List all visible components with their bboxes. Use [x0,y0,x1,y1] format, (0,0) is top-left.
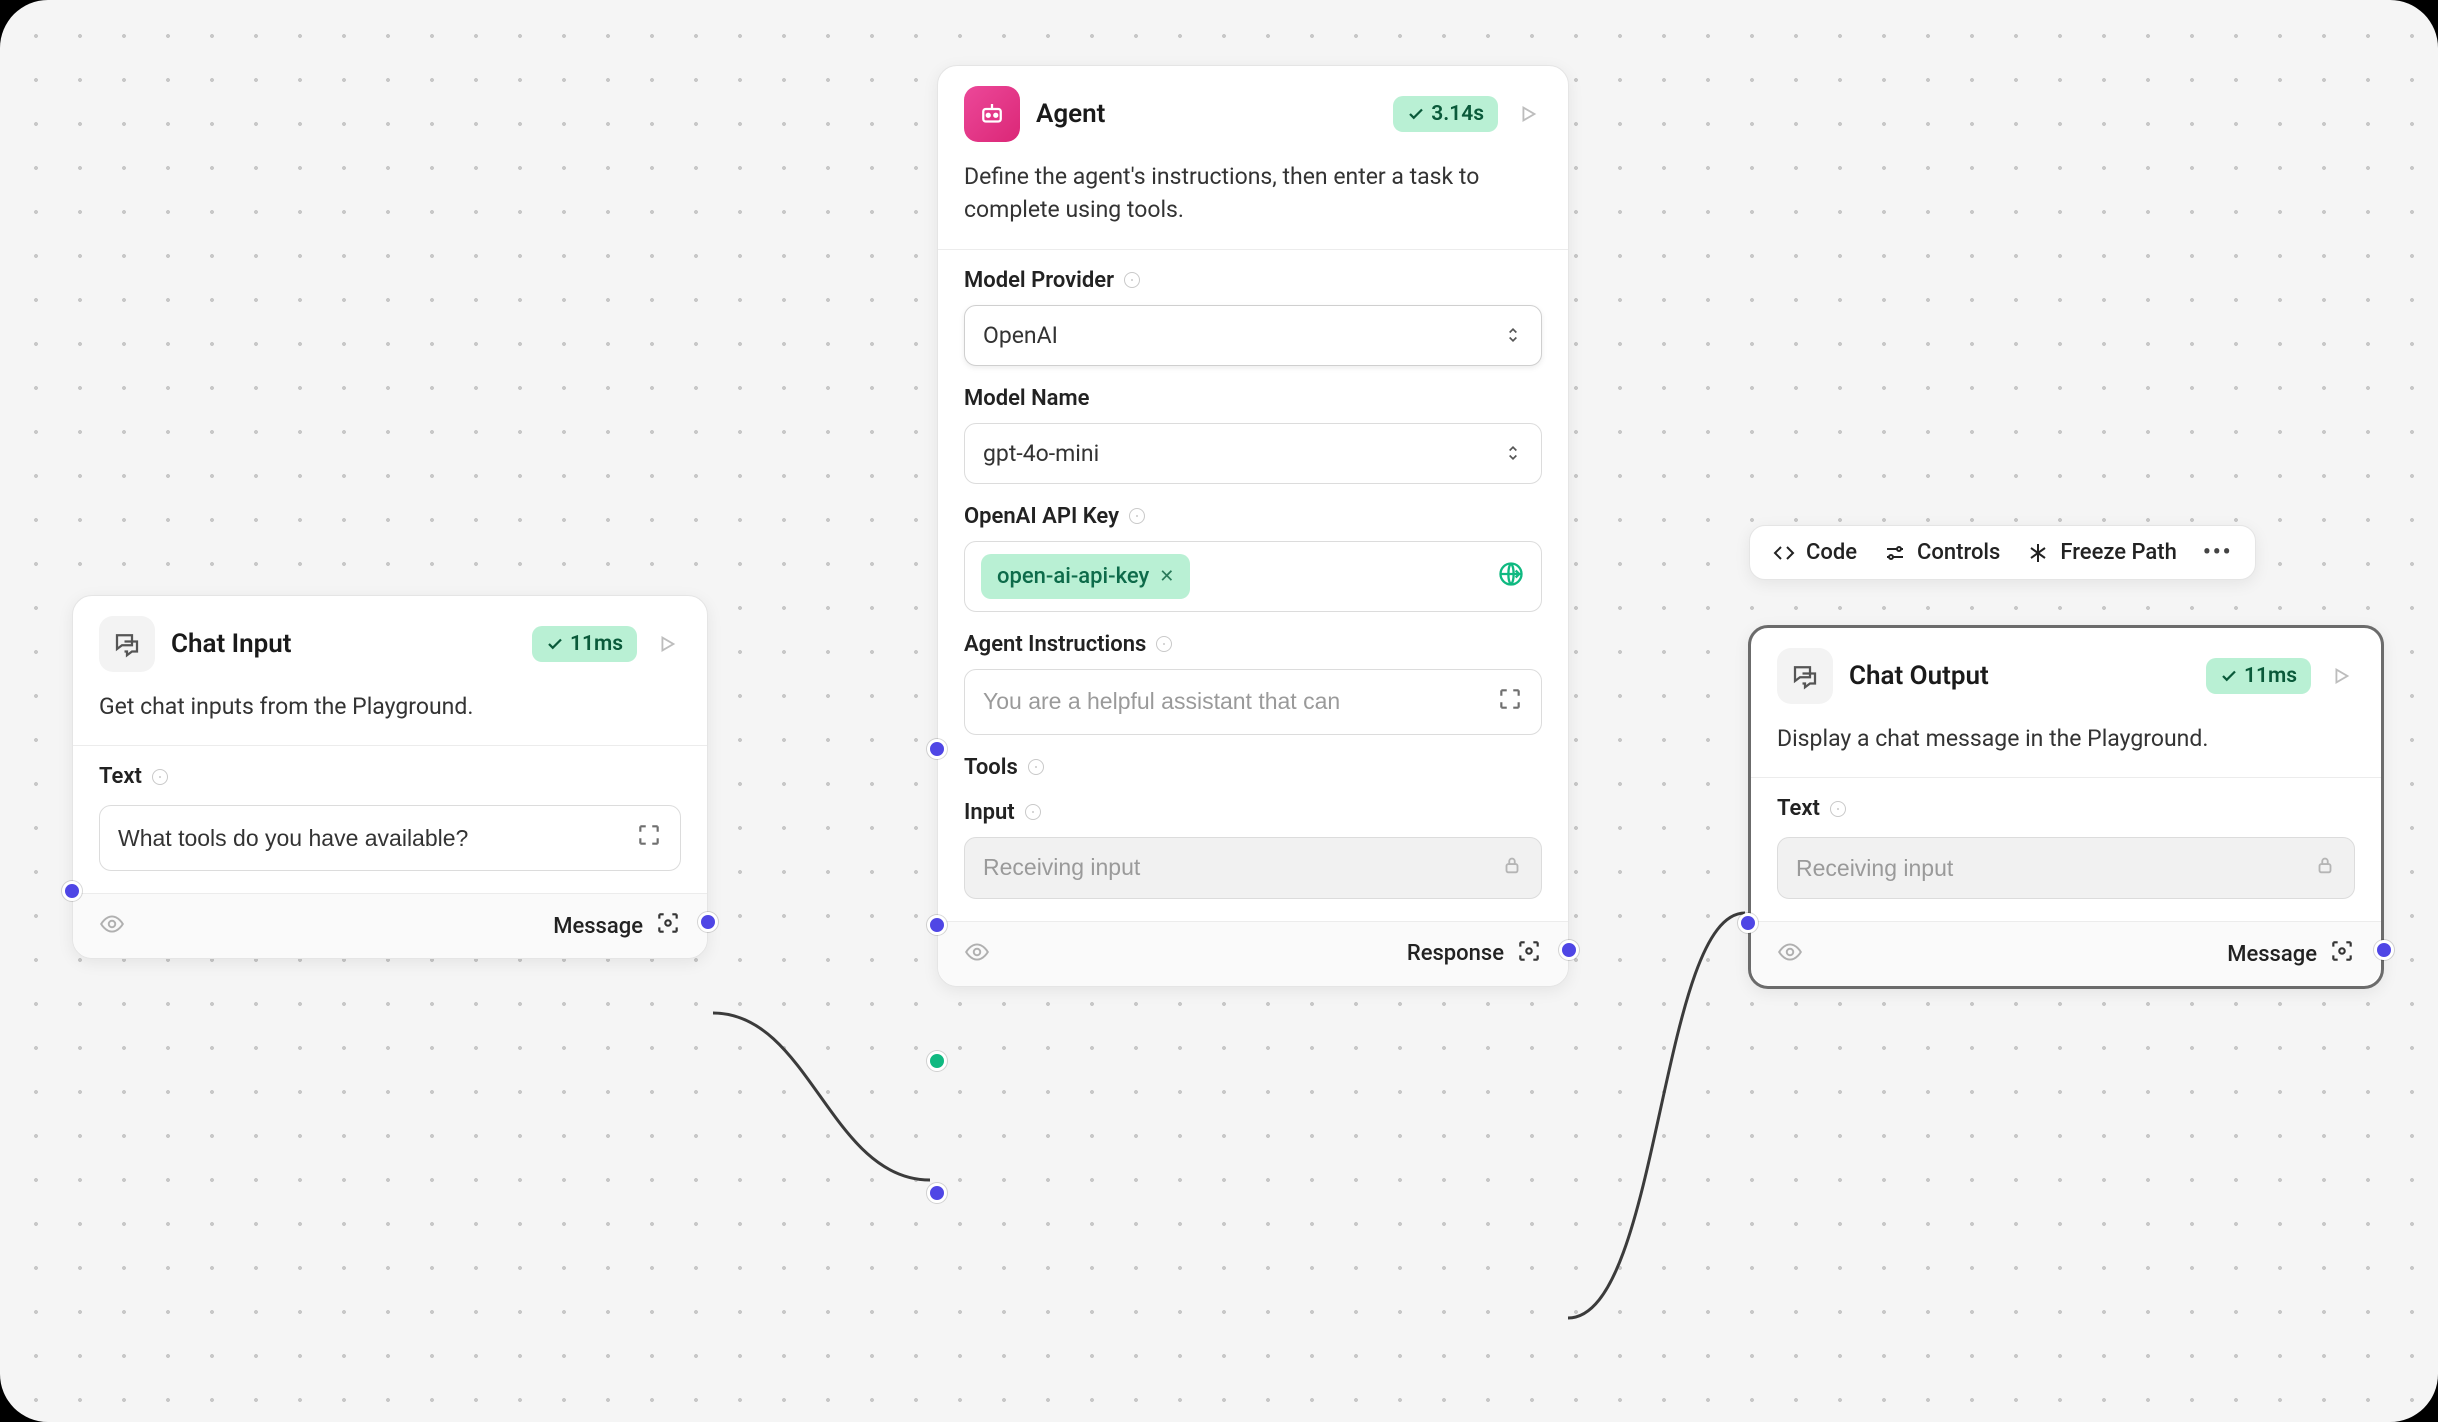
run-button[interactable] [2327,662,2355,690]
timing-badge: 3.14s [1393,96,1498,132]
port-input[interactable] [927,1183,947,1203]
text-output-field [1777,837,2355,899]
info-icon[interactable] [152,769,168,785]
info-icon[interactable] [1025,804,1041,820]
lock-icon [1501,854,1523,882]
chat-icon [99,616,155,672]
info-icon[interactable] [1028,759,1044,775]
text-input[interactable] [99,805,681,871]
output-port-response[interactable] [1559,940,1579,960]
scan-icon[interactable] [655,910,681,942]
field-label-api-key: OpenAI API Key [964,504,1542,529]
port-tools[interactable] [927,1051,947,1071]
lock-icon [2314,854,2336,882]
output-label: Response [1407,941,1504,966]
field-label-tools: Tools [964,755,1542,780]
run-button[interactable] [1514,100,1542,128]
timing-badge: 11ms [2206,658,2311,694]
chat-icon [1777,648,1833,704]
node-description: Display a chat message in the Playground… [1751,704,2381,777]
field-label-model-provider: Model Provider [964,268,1542,293]
port-model-provider[interactable] [927,739,947,759]
eye-icon[interactable] [1777,939,1803,969]
model-name-select[interactable]: gpt-4o-mini [964,423,1542,484]
field-label-instructions: Agent Instructions [964,632,1542,657]
remove-chip-icon[interactable]: ✕ [1159,566,1174,587]
toolbar-freeze-path[interactable]: Freeze Path [2026,540,2176,565]
port-instructions[interactable] [927,915,947,935]
output-port-message[interactable] [698,912,718,932]
node-agent[interactable]: Agent 3.14s Define the agent's instructi… [937,65,1569,987]
sliders-icon [1883,541,1907,565]
workflow-canvas[interactable]: Chat Input 11ms Get chat inputs from the… [0,0,2438,1422]
toolbar-controls[interactable]: Controls [1883,540,2000,565]
output-label: Message [553,914,643,939]
timing-badge: 11ms [532,626,637,662]
agent-input-field [964,837,1542,899]
robot-icon [964,86,1020,142]
node-description: Get chat inputs from the Playground. [73,672,707,745]
input-port[interactable] [62,881,82,901]
field-label-input: Input [964,800,1542,825]
snowflake-icon [2026,541,2050,565]
globe-check-icon [1497,560,1525,592]
eye-icon[interactable] [99,911,125,941]
more-icon[interactable]: ••• [2203,540,2233,565]
scan-icon[interactable] [2329,938,2355,970]
expand-icon[interactable] [636,822,662,854]
eye-icon[interactable] [964,939,990,969]
field-label-model-name: Model Name [964,386,1542,411]
api-key-chip[interactable]: open-ai-api-key ✕ [981,554,1190,599]
chevron-updown-icon [1503,443,1523,463]
node-title: Chat Output [1849,661,2190,691]
info-icon[interactable] [1830,801,1846,817]
input-port[interactable] [1738,913,1758,933]
field-label-text: Text [1777,796,2355,821]
node-chat-input[interactable]: Chat Input 11ms Get chat inputs from the… [72,595,708,959]
info-icon[interactable] [1156,636,1172,652]
node-description: Define the agent's instructions, then en… [938,142,1568,249]
field-label-text: Text [99,764,681,789]
chevron-updown-icon [1503,325,1523,345]
node-title: Agent [1036,99,1377,129]
expand-icon[interactable] [1497,686,1523,718]
run-button[interactable] [653,630,681,658]
instructions-input[interactable] [964,669,1542,735]
node-chat-output[interactable]: Chat Output 11ms Display a chat message … [1748,625,2384,989]
output-label: Message [2227,942,2317,967]
info-icon[interactable] [1124,272,1140,288]
output-port-message[interactable] [2374,940,2394,960]
node-toolbar[interactable]: Code Controls Freeze Path ••• [1749,525,2256,580]
scan-icon[interactable] [1516,938,1542,970]
model-provider-select[interactable]: OpenAI [964,305,1542,366]
toolbar-code[interactable]: Code [1772,540,1857,565]
info-icon[interactable] [1129,508,1145,524]
code-icon [1772,541,1796,565]
api-key-input[interactable]: open-ai-api-key ✕ [964,541,1542,612]
node-title: Chat Input [171,629,516,659]
